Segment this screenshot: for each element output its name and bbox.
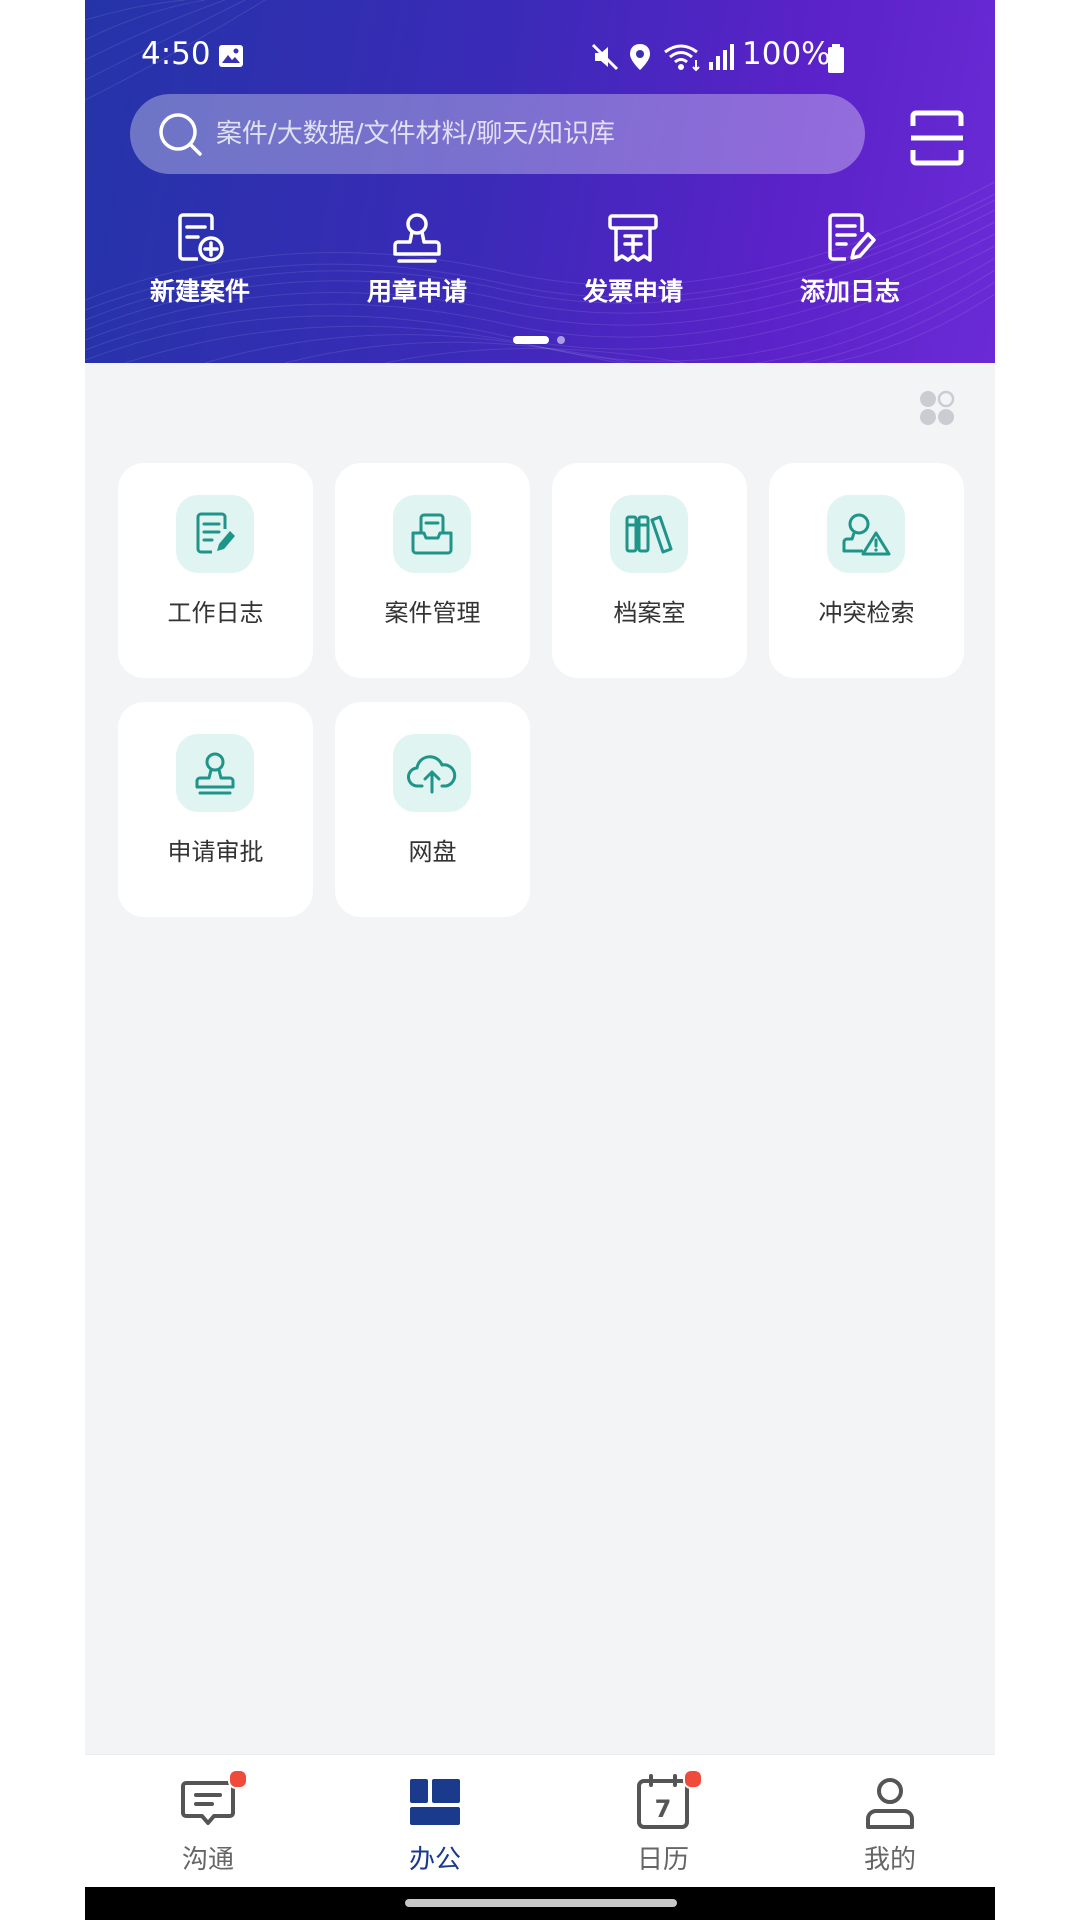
tile-icon-box — [610, 495, 688, 573]
quick-action-label: 用章申请 — [366, 277, 467, 306]
layout-toggle-icon[interactable] — [917, 388, 957, 428]
quick-action-add-log[interactable]: 添加日志 — [755, 210, 945, 308]
tile-label: 申请审批 — [167, 838, 264, 866]
quick-action-seal-request[interactable]: 用章申请 — [322, 210, 512, 308]
tile-label: 网盘 — [408, 838, 457, 866]
quick-action-new-case[interactable]: 新建案件 — [105, 210, 295, 308]
home-gesture-handle[interactable] — [405, 1899, 677, 1907]
cloud-drive-icon — [407, 755, 457, 794]
tab-profile[interactable]: 我的 — [815, 1773, 965, 1876]
bottom-tab-bar: 沟通 办公 7 日历 我的 — [85, 1754, 995, 1888]
tile-approval[interactable]: 申请审批 — [118, 702, 313, 917]
tile-icon-box — [176, 495, 254, 573]
quick-action-label: 添加日志 — [799, 277, 900, 306]
battery-level: 100% — [742, 36, 831, 72]
approval-icon — [195, 752, 235, 795]
tile-icon-box — [176, 734, 254, 812]
quick-action-label: 发票申请 — [582, 277, 683, 306]
office-icon — [410, 1779, 460, 1825]
tab-label: 日历 — [636, 1845, 689, 1875]
tile-icon-box — [827, 495, 905, 573]
tile-label: 工作日志 — [167, 599, 264, 627]
calendar-day: 7 — [655, 1795, 672, 1823]
search-icon — [159, 113, 202, 156]
invoice-icon — [608, 214, 658, 262]
tile-label: 冲突检索 — [818, 599, 915, 627]
tab-icon-wrap: 7 — [633, 1769, 703, 1833]
tile-icon-box — [393, 734, 471, 812]
tile-archive[interactable]: 档案室 — [552, 463, 747, 678]
unread-badge — [683, 1769, 703, 1789]
search-bar[interactable] — [130, 94, 865, 174]
tab-office[interactable]: 办公 — [360, 1773, 510, 1876]
wifi-icon — [664, 44, 700, 72]
system-navigation-bar — [85, 1887, 995, 1920]
signal-icon — [709, 44, 734, 70]
work-log-icon — [196, 512, 235, 554]
tile-case-management[interactable]: 案件管理 — [335, 463, 530, 678]
carousel-indicator — [513, 336, 565, 344]
add-log-icon — [828, 213, 876, 261]
tab-label: 我的 — [863, 1845, 916, 1875]
quick-action-label: 新建案件 — [149, 277, 250, 306]
tile-label: 档案室 — [613, 599, 686, 627]
tile-work-log[interactable]: 工作日志 — [118, 463, 313, 678]
profile-icon — [866, 1778, 914, 1829]
unread-badge — [228, 1769, 248, 1789]
seal-icon — [393, 213, 441, 263]
tile-label: 案件管理 — [384, 599, 481, 627]
case-management-icon — [411, 513, 453, 555]
tile-cloud-drive[interactable]: 网盘 — [335, 702, 530, 917]
conflict-search-icon — [842, 513, 891, 556]
carousel-dot-active[interactable] — [513, 336, 549, 344]
tab-icon-wrap — [178, 1769, 248, 1833]
archive-icon — [625, 515, 673, 554]
image-icon — [219, 45, 243, 67]
tile-icon-box — [393, 495, 471, 573]
app-screen: 4:50 100% 案件/大数据/文件材料/聊天/知识库 新建案件 用章申请 发… — [85, 0, 995, 1920]
header-banner: 4:50 100% 案件/大数据/文件材料/聊天/知识库 新建案件 用章申请 发… — [85, 0, 995, 363]
tab-icon-wrap — [860, 1773, 920, 1833]
carousel-dot[interactable] — [557, 336, 565, 344]
tab-calendar[interactable]: 7 日历 — [588, 1769, 738, 1876]
battery-icon — [828, 44, 844, 73]
quick-actions: 新建案件 用章申请 发票申请 添加日志 — [85, 210, 995, 320]
scan-icon[interactable] — [909, 110, 965, 166]
tile-conflict-search[interactable]: 冲突检索 — [769, 463, 964, 678]
quick-action-invoice-request[interactable]: 发票申请 — [538, 210, 728, 308]
mute-icon — [591, 43, 619, 71]
tab-icon-wrap — [405, 1773, 465, 1833]
new-case-icon — [178, 213, 224, 262]
location-icon — [630, 44, 650, 70]
tab-label: 沟通 — [181, 1845, 234, 1875]
tab-label: 办公 — [408, 1845, 461, 1875]
status-time: 4:50 — [141, 36, 211, 72]
search-input[interactable] — [214, 118, 838, 150]
tab-chat[interactable]: 沟通 — [133, 1769, 283, 1876]
